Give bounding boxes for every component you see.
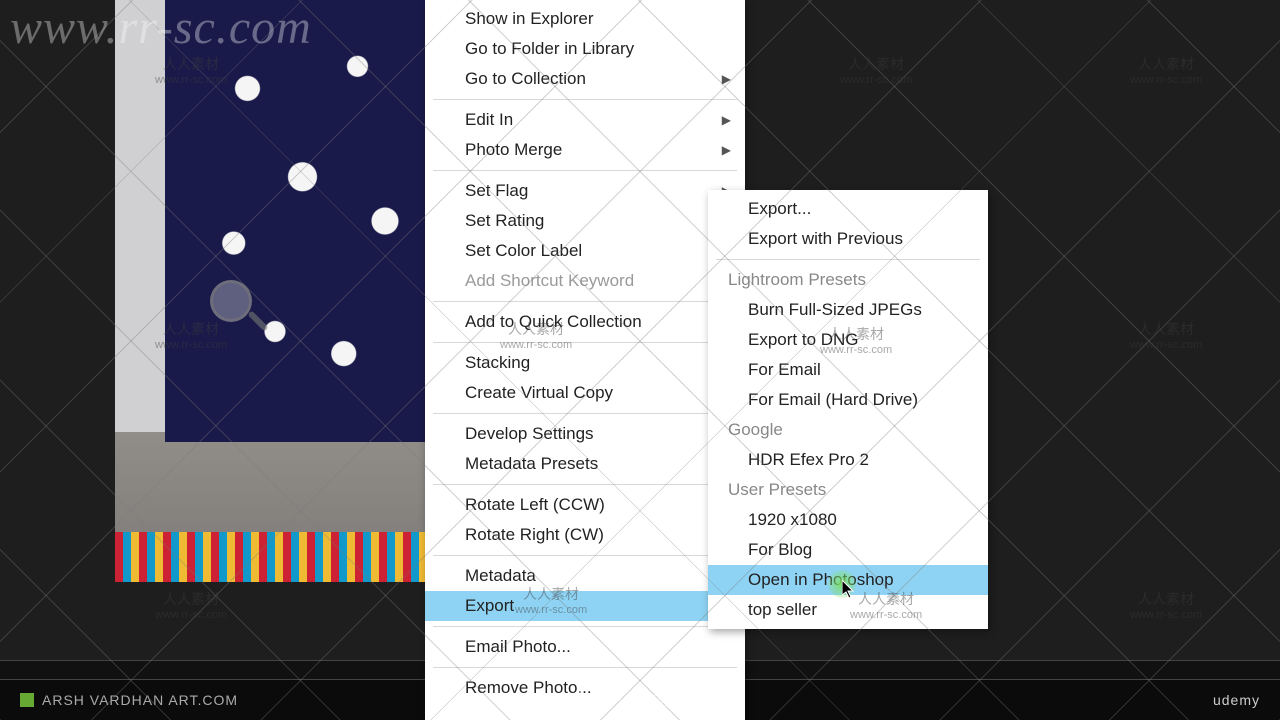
- submenu-item[interactable]: top seller: [708, 595, 988, 625]
- photo-preview-rug: [115, 532, 440, 582]
- platform-credit: udemy: [1213, 692, 1260, 708]
- submenu-item[interactable]: For Blog: [708, 535, 988, 565]
- submenu-item-label: For Email: [748, 360, 821, 380]
- menu-item-label: Photo Merge: [465, 140, 562, 160]
- menu-item-label: Add to Quick Collection: [465, 312, 642, 332]
- menu-item-label: Rotate Left (CCW): [465, 495, 605, 515]
- submenu-item[interactable]: Burn Full-Sized JPEGs: [708, 295, 988, 325]
- menu-separator: [433, 170, 737, 171]
- menu-item[interactable]: Develop Settings▶: [425, 419, 745, 449]
- author-credit: ARSH VARDHAN ART.COM: [42, 692, 238, 708]
- submenu-item[interactable]: For Email (Hard Drive): [708, 385, 988, 415]
- menu-separator: [433, 99, 737, 100]
- menu-item-label: Metadata: [465, 566, 536, 586]
- menu-item[interactable]: Stacking▶: [425, 348, 745, 378]
- menu-item[interactable]: Set Flag▶: [425, 176, 745, 206]
- submenu-item-label: top seller: [748, 600, 817, 620]
- submenu-item-label: Open in Photoshop: [748, 570, 894, 590]
- menu-item[interactable]: Rotate Right (CW): [425, 520, 745, 550]
- submenu-item[interactable]: Export...: [708, 194, 988, 224]
- menu-item[interactable]: Export▶: [425, 591, 745, 621]
- menu-item-label: Set Flag: [465, 181, 528, 201]
- submenu-item-label: For Email (Hard Drive): [748, 390, 918, 410]
- footer-left: ARSH VARDHAN ART.COM: [20, 692, 238, 708]
- submenu-item-label: Export with Previous: [748, 229, 903, 249]
- menu-item-label: Export: [465, 596, 514, 616]
- menu-item[interactable]: Show in Explorer: [425, 4, 745, 34]
- photo-preview-panel: [115, 0, 440, 582]
- menu-item[interactable]: Create Virtual Copy: [425, 378, 745, 408]
- menu-item[interactable]: Set Color Label▶: [425, 236, 745, 266]
- submenu-arrow-icon: ▶: [722, 143, 731, 157]
- menu-item[interactable]: Edit In ▶: [425, 105, 745, 135]
- menu-item-label: Remove Photo...: [465, 678, 592, 698]
- menu-item[interactable]: Photo Merge ▶: [425, 135, 745, 165]
- menu-separator: [433, 413, 737, 414]
- menu-item-label: Add Shortcut Keyword: [465, 271, 634, 291]
- submenu-arrow-icon: ▶: [722, 113, 731, 127]
- menu-item-label: Rotate Right (CW): [465, 525, 604, 545]
- menu-item[interactable]: Go to Collection ▶: [425, 64, 745, 94]
- menu-item: Add Shortcut Keyword: [425, 266, 745, 296]
- menu-item-label: Go to Folder in Library: [465, 39, 634, 59]
- menu-separator: [433, 626, 737, 627]
- submenu-item-label: Export...: [748, 199, 811, 219]
- menu-item[interactable]: Email Photo...: [425, 632, 745, 662]
- export-submenu[interactable]: Export... Export with Previous Lightroom P…: [708, 190, 988, 629]
- menu-item-label: Create Virtual Copy: [465, 383, 613, 403]
- menu-item[interactable]: Rotate Left (CCW): [425, 490, 745, 520]
- menu-item-label: Edit In: [465, 110, 513, 130]
- submenu-item-label: Burn Full-Sized JPEGs: [748, 300, 922, 320]
- menu-item-label: Email Photo...: [465, 637, 571, 657]
- menu-item-label: Show in Explorer: [465, 9, 594, 29]
- menu-separator: [433, 555, 737, 556]
- submenu-item-label: For Blog: [748, 540, 812, 560]
- author-logo-icon: [20, 693, 34, 707]
- submenu-item-label: 1920 x1080: [748, 510, 837, 530]
- submenu-item[interactable]: For Email: [708, 355, 988, 385]
- submenu-section-header: Lightroom Presets: [708, 265, 988, 295]
- submenu-item[interactable]: Open in Photoshop: [708, 565, 988, 595]
- submenu-section-header: Google: [708, 415, 988, 445]
- menu-item-label: Set Rating: [465, 211, 544, 231]
- photo-preview-subject: [165, 0, 440, 442]
- menu-item[interactable]: Remove Photo...: [425, 673, 745, 703]
- context-menu[interactable]: Show in Explorer Go to Folder in Library G…: [425, 0, 745, 720]
- menu-item-label: Metadata Presets: [465, 454, 598, 474]
- submenu-item[interactable]: 1920 x1080: [708, 505, 988, 535]
- menu-item[interactable]: Add to Quick Collection: [425, 307, 745, 337]
- menu-item[interactable]: Metadata Presets▶: [425, 449, 745, 479]
- menu-item[interactable]: Metadata▶: [425, 561, 745, 591]
- menu-item-label: Stacking: [465, 353, 530, 373]
- menu-item[interactable]: Go to Folder in Library: [425, 34, 745, 64]
- submenu-item[interactable]: Export to DNG: [708, 325, 988, 355]
- menu-separator: [433, 667, 737, 668]
- menu-separator: [433, 484, 737, 485]
- menu-item-label: Develop Settings: [465, 424, 594, 444]
- submenu-item[interactable]: Export with Previous: [708, 224, 988, 254]
- submenu-item-label: HDR Efex Pro 2: [748, 450, 869, 470]
- menu-item-label: Go to Collection: [465, 69, 586, 89]
- menu-separator: [433, 301, 737, 302]
- menu-item[interactable]: Set Rating▶: [425, 206, 745, 236]
- submenu-item[interactable]: HDR Efex Pro 2: [708, 445, 988, 475]
- menu-separator: [716, 259, 980, 260]
- menu-separator: [433, 342, 737, 343]
- menu-item-label: Set Color Label: [465, 241, 582, 261]
- submenu-item-label: Export to DNG: [748, 330, 859, 350]
- submenu-arrow-icon: ▶: [722, 72, 731, 86]
- submenu-section-header: User Presets: [708, 475, 988, 505]
